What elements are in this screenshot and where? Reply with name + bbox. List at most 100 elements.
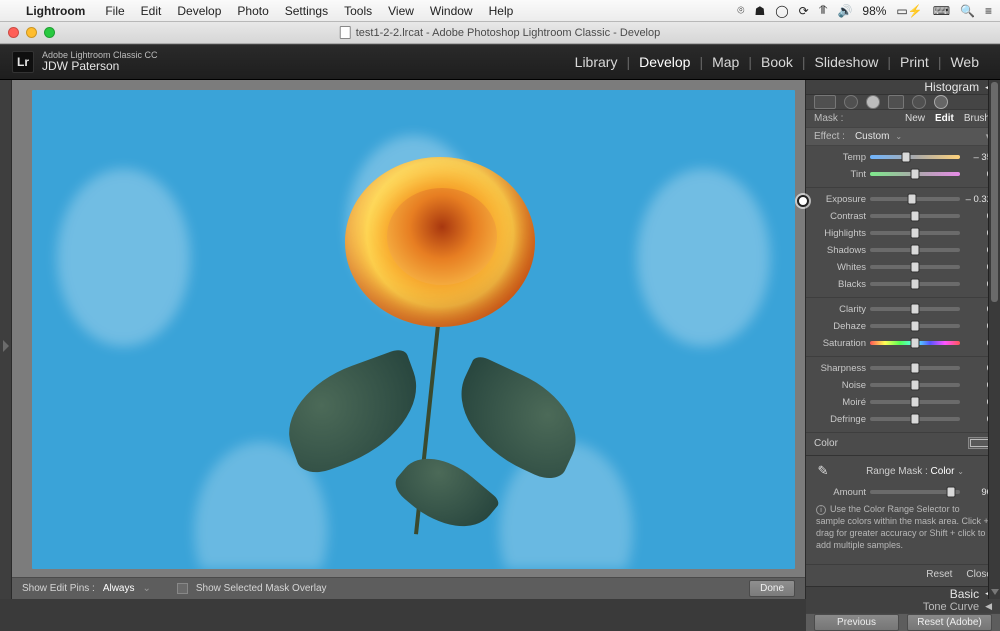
close-window-button[interactable] [8, 27, 19, 38]
menu-settings[interactable]: Settings [277, 4, 336, 18]
effect-value: Custom [855, 131, 889, 142]
reset-close-row: Reset Close [806, 564, 1000, 586]
range-mask-value[interactable]: Color [931, 466, 955, 477]
mask-new[interactable]: New [903, 113, 927, 124]
slider-contrast[interactable]: Contrast0 [814, 209, 992, 223]
eyedropper-icon[interactable]: ✎ [814, 462, 832, 480]
range-mask-label: Range Mask : [866, 466, 928, 477]
photo-subject-flower [345, 157, 535, 327]
previous-button[interactable]: Previous [814, 614, 899, 631]
slider-whites[interactable]: Whites0 [814, 260, 992, 274]
menu-tools[interactable]: Tools [336, 4, 380, 18]
module-picker: Library| Develop| Map| Book| Slideshow| … [566, 54, 988, 70]
show-pins-label: Show Edit Pins : [22, 583, 95, 594]
module-library[interactable]: Library [566, 54, 627, 70]
basic-panel-header[interactable]: Basic◀ [806, 586, 1000, 601]
slider-defringe[interactable]: Defringe0 [814, 412, 992, 426]
minimize-window-button[interactable] [26, 27, 37, 38]
document-icon [340, 26, 351, 39]
slider-noise[interactable]: Noise0 [814, 378, 992, 392]
left-panel-collapsed[interactable] [0, 80, 12, 599]
menu-file[interactable]: File [97, 4, 132, 18]
histogram-header[interactable]: Histogram ◀ [806, 80, 1000, 95]
module-web[interactable]: Web [941, 54, 988, 70]
range-mask-hint: iUse the Color Range Selector to sample … [814, 499, 992, 556]
effect-row[interactable]: Effect : Custom ⌄ ▼ [806, 127, 1000, 146]
tablet-icon[interactable]: ⌾ [737, 3, 744, 18]
show-pins-dropdown[interactable]: Always [103, 583, 135, 594]
slider-moire[interactable]: Moiré0 [814, 395, 992, 409]
redeye-tool-icon[interactable] [866, 95, 880, 109]
macos-menubar: Lightroom File Edit Develop Photo Settin… [0, 0, 1000, 22]
image-canvas[interactable] [12, 80, 805, 577]
slider-shadows[interactable]: Shadows0 [814, 243, 992, 257]
menu-help[interactable]: Help [481, 4, 522, 18]
identity-plate[interactable]: Adobe Lightroom Classic CC JDW Paterson [42, 50, 158, 74]
module-book[interactable]: Book [752, 54, 802, 70]
shield-icon[interactable]: ☗ [754, 4, 765, 18]
info-icon: i [816, 505, 826, 515]
tone-curve-header[interactable]: Tone Curve◀ [806, 601, 1000, 613]
slider-tint[interactable]: Tint0 [814, 167, 992, 181]
slider-clarity[interactable]: Clarity0 [814, 302, 992, 316]
slider-dehaze[interactable]: Dehaze0 [814, 319, 992, 333]
gradient-tool-icon[interactable] [888, 95, 904, 109]
mask-edit[interactable]: Edit [933, 113, 956, 124]
slider-saturation[interactable]: Saturation0 [814, 336, 992, 350]
battery-icon[interactable]: ▭⚡ [896, 4, 922, 18]
slider-group-tone: Exposure– 0.32 Contrast0 Highlights0 Sha… [806, 187, 1000, 297]
histogram-label: Histogram [924, 80, 979, 94]
slider-highlights[interactable]: Highlights0 [814, 226, 992, 240]
menu-edit[interactable]: Edit [133, 4, 170, 18]
spotlight-icon[interactable]: 🔍 [960, 4, 975, 18]
zoom-window-button[interactable] [44, 27, 55, 38]
slider-group-wb: Temp– 35 Tint0 [806, 146, 1000, 187]
adjustment-pin[interactable] [797, 195, 809, 207]
slider-group-detail: Sharpness0 Noise0 Moiré0 Defringe0 [806, 356, 1000, 432]
menu-extras-icon[interactable]: ≡ [985, 4, 992, 18]
lightroom-logo-icon: Lr [12, 51, 34, 73]
window-titlebar: test1-2-2.lrcat - Adobe Photoshop Lightr… [0, 22, 1000, 44]
toolbar: Show Edit Pins : Always ⌄ Show Selected … [12, 577, 805, 599]
module-develop[interactable]: Develop [630, 54, 699, 70]
slider-group-presence: Clarity0 Dehaze0 Saturation0 [806, 297, 1000, 356]
slider-sharpness[interactable]: Sharpness0 [814, 361, 992, 375]
spot-tool-icon[interactable] [844, 95, 858, 109]
traffic-lights [8, 27, 55, 38]
module-print[interactable]: Print [891, 54, 938, 70]
wifi-icon[interactable]: ⥣ [819, 3, 828, 18]
app-menu[interactable]: Lightroom [18, 4, 93, 18]
volume-icon[interactable]: 🔊 [837, 4, 852, 18]
mask-reset-button[interactable]: Reset [926, 569, 952, 580]
overlay-checkbox[interactable] [177, 583, 188, 594]
slider-amount[interactable]: Amount90 [814, 485, 992, 499]
keyboard-icon[interactable]: ⌨ [933, 4, 950, 18]
scrollbar-thumb[interactable] [991, 82, 998, 302]
module-slideshow[interactable]: Slideshow [806, 54, 888, 70]
reset-adobe-button[interactable]: Reset (Adobe) [907, 614, 992, 631]
scroll-down-icon[interactable] [991, 589, 999, 595]
overlay-label: Show Selected Mask Overlay [196, 583, 327, 594]
menu-window[interactable]: Window [422, 4, 481, 18]
right-scrollbar[interactable] [988, 80, 1000, 599]
menu-develop[interactable]: Develop [169, 4, 229, 18]
right-footer: Previous Reset (Adobe) [806, 613, 1000, 631]
right-panel: Histogram ◀ Mask : New Edit Brush Effect… [805, 80, 1000, 599]
brush-tool-icon[interactable] [934, 95, 948, 109]
menu-photo[interactable]: Photo [229, 4, 276, 18]
slider-temp[interactable]: Temp– 35 [814, 150, 992, 164]
brand-line2: JDW Paterson [42, 60, 158, 74]
slider-exposure[interactable]: Exposure– 0.32 [814, 192, 992, 206]
module-map[interactable]: Map [703, 54, 748, 70]
slider-blacks[interactable]: Blacks0 [814, 277, 992, 291]
canvas-area: Show Edit Pins : Always ⌄ Show Selected … [12, 80, 805, 599]
menu-view[interactable]: View [380, 4, 422, 18]
crop-tool-icon[interactable] [814, 95, 836, 109]
effect-label: Effect : [814, 131, 845, 142]
lightroom-header: Lr Adobe Lightroom Classic CC JDW Paters… [0, 44, 1000, 80]
done-button[interactable]: Done [749, 580, 795, 597]
circle-icon[interactable]: ◯ [775, 4, 788, 18]
photo-preview[interactable] [32, 90, 795, 569]
sync-icon[interactable]: ⟳ [799, 4, 809, 18]
radial-tool-icon[interactable] [912, 95, 926, 109]
